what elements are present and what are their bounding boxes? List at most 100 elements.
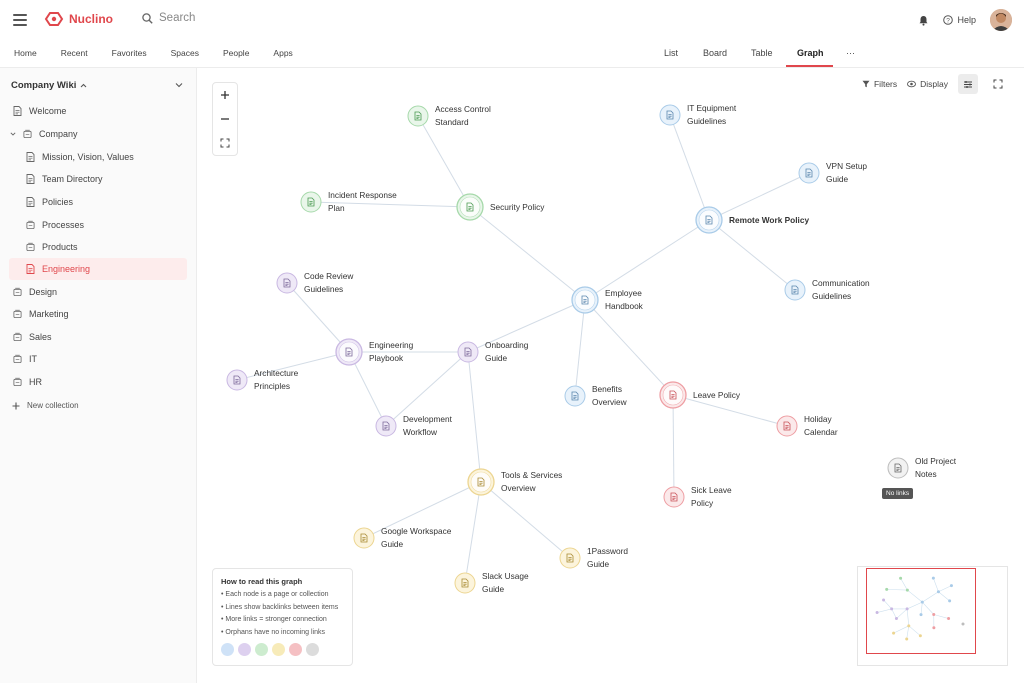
document-icon	[26, 174, 35, 184]
minimap-viewport[interactable]	[866, 568, 976, 654]
fit-view-button[interactable]	[213, 131, 237, 155]
search-icon	[142, 12, 153, 24]
graph-settings-button[interactable]	[958, 74, 978, 94]
graph-node-handbook[interactable]: Employee Handbook	[571, 286, 644, 314]
nav-recent[interactable]: Recent	[61, 48, 88, 58]
graph-node-remote[interactable]: Remote Work Policy	[695, 206, 809, 234]
bell-icon[interactable]	[918, 15, 929, 26]
graph-node-comm[interactable]: Communication Guidelines	[784, 278, 870, 301]
sidebar-item-label: IT	[29, 354, 37, 364]
sidebar-item-hr[interactable]: HR	[13, 371, 42, 393]
graph-node-codereview[interactable]: Code Review Guidelines	[276, 271, 354, 294]
graph-node-tools[interactable]: Tools & Services Overview	[467, 468, 562, 496]
display-button[interactable]: Display	[907, 79, 948, 89]
svg-text:?: ?	[947, 17, 951, 24]
graph-node-holiday[interactable]: Holiday Calendar	[776, 414, 838, 437]
graph-node-gworkspace[interactable]: Google Workspace Guide	[353, 526, 452, 549]
zoom-out-button[interactable]	[213, 107, 237, 131]
graph-edge	[469, 206, 586, 301]
filters-button[interactable]: Filters	[862, 79, 897, 89]
graph-node-label: Standard	[435, 117, 469, 127]
sidebar-item-label: Team Directory	[42, 174, 103, 184]
tab-graph[interactable]: Graph	[797, 48, 824, 58]
search-box[interactable]: Search	[142, 12, 195, 24]
graph-node-access[interactable]: Access Control Standard	[407, 104, 491, 127]
sidebar-item-company[interactable]: Company	[10, 123, 78, 145]
graph-node-label: Leave Policy	[693, 390, 741, 400]
sidebar-item-design[interactable]: Design	[13, 281, 57, 303]
graph-node-label: Calendar	[804, 427, 838, 437]
app-logo[interactable]: Nuclino	[44, 11, 113, 27]
document-icon	[26, 197, 35, 207]
graph-node-onepass[interactable]: 1Password Guide	[559, 546, 628, 569]
sidebar-item-team-directory[interactable]: Team Directory	[26, 168, 103, 190]
sidebar-item-sales[interactable]: Sales	[13, 326, 52, 348]
graph-node-label: Old Project	[915, 456, 957, 466]
graph-canvas[interactable]: Access Control Standard Incident Response P…	[198, 68, 1024, 683]
collection-icon	[13, 309, 22, 319]
menu-icon[interactable]	[13, 14, 27, 26]
display-icon	[907, 80, 917, 88]
graph-edge	[464, 481, 482, 584]
zoom-in-button[interactable]	[213, 83, 237, 107]
sidebar-item-products[interactable]: Products	[26, 236, 78, 258]
no-links-badge: No links	[882, 488, 914, 499]
graph-node-itequip[interactable]: IT Equipment Guidelines	[659, 103, 737, 126]
app-name: Nuclino	[69, 12, 113, 26]
collection-icon	[13, 377, 22, 387]
graph-node-incident[interactable]: Incident Response Plan	[300, 190, 397, 213]
new-collection-button[interactable]: New collection	[12, 401, 79, 410]
nav-home[interactable]: Home	[14, 48, 37, 58]
graph-node-label: Guide	[381, 539, 404, 549]
graph-legend: How to read this graph • Each node is a …	[212, 568, 353, 666]
nav-apps[interactable]: Apps	[273, 48, 292, 58]
sidebar-item-engineering[interactable]: Engineering	[9, 258, 187, 280]
more-views-button[interactable]: ···	[846, 48, 855, 58]
sidebar-collapse-button[interactable]	[175, 80, 183, 90]
sidebar-item-processes[interactable]: Processes	[26, 214, 84, 236]
help-button[interactable]: ? Help	[943, 15, 976, 25]
chevron-down-icon[interactable]	[10, 131, 16, 137]
help-label: Help	[957, 15, 976, 25]
graph-node-label: Onboarding	[485, 340, 529, 350]
tab-board[interactable]: Board	[703, 48, 727, 58]
legend-color-swatch	[238, 643, 251, 656]
graph-node-slack[interactable]: Slack Usage Guide	[454, 571, 529, 594]
graph-node-arch[interactable]: Architecture Principles	[226, 368, 299, 391]
graph-node-benefits[interactable]: Benefits Overview	[564, 384, 628, 407]
graph-edge	[574, 299, 586, 397]
minimap[interactable]	[857, 566, 1008, 666]
graph-node-label: Engineering	[369, 340, 414, 350]
search-placeholder: Search	[159, 12, 196, 24]
sidebar-item-welcome[interactable]: Welcome	[13, 100, 66, 122]
document-icon	[26, 264, 35, 274]
graph-node-label: Employee	[605, 288, 642, 298]
tab-list[interactable]: List	[664, 48, 678, 58]
nav-spaces[interactable]: Spaces	[171, 48, 199, 58]
avatar[interactable]	[990, 9, 1012, 31]
sidebar-item-mission-vision-values[interactable]: Mission, Vision, Values	[26, 146, 134, 168]
graph-node-devflow[interactable]: Development Workflow	[375, 414, 453, 437]
sidebar-item-label: Marketing	[29, 309, 69, 319]
fullscreen-button[interactable]	[988, 74, 1008, 94]
sidebar-item-policies[interactable]: Policies	[26, 191, 73, 213]
nav-people[interactable]: People	[223, 48, 249, 58]
filter-icon	[862, 80, 870, 88]
graph-node-label: Remote Work Policy	[729, 215, 809, 225]
graph-node-sick[interactable]: Sick Leave Policy	[663, 485, 732, 508]
graph-node-vpn[interactable]: VPN Setup Guide	[798, 161, 867, 184]
workspace-switcher[interactable]: Company Wiki	[11, 80, 87, 91]
graph-node-leave[interactable]: Leave Policy	[659, 381, 741, 409]
graph-node-oldproj[interactable]: Old Project Notes	[887, 456, 957, 479]
sidebar-item-it[interactable]: IT	[13, 348, 37, 370]
graph-node-onboard[interactable]: Onboarding Guide	[457, 340, 529, 363]
nav-favorites[interactable]: Favorites	[112, 48, 147, 58]
sidebar-item-marketing[interactable]: Marketing	[13, 303, 69, 325]
fit-screen-icon	[220, 138, 230, 148]
tab-table[interactable]: Table	[751, 48, 773, 58]
graph-node-security[interactable]: Security Policy	[456, 193, 545, 221]
document-icon	[26, 152, 35, 162]
legend-line: • Orphans have no incoming links	[221, 628, 326, 636]
legend-color-swatch	[255, 643, 268, 656]
nav-row: Home Recent Favorites Spaces People Apps…	[0, 40, 1024, 68]
